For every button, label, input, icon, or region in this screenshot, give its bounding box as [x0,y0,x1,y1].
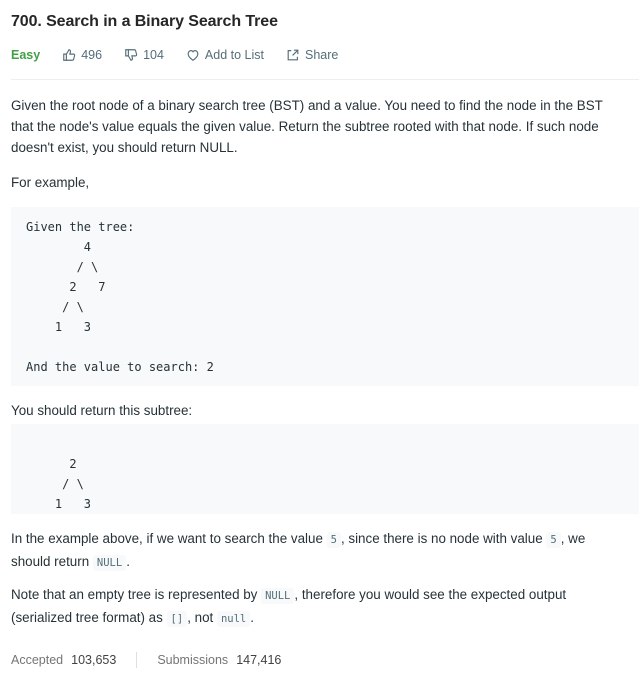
accepted-value: 103,653 [71,653,117,667]
note-search-missing: In the example above, if we want to sear… [11,531,586,571]
inline-code: null [216,611,251,627]
inline-code: NULL [261,588,295,604]
submissions-label: Submissions [157,653,229,667]
inline-code: 5 [546,532,561,548]
add-to-list-label: Add to List [204,48,264,62]
for-example-text: For example, [11,175,90,190]
share-button[interactable]: Share [286,48,338,62]
inline-code: [] [166,611,188,627]
stats-divider [136,652,138,668]
header-divider [11,79,639,80]
share-icon [287,49,299,61]
dislike-button[interactable]: 104 [124,48,164,62]
share-label: Share [305,48,339,62]
thumbs-up-icon [63,49,76,61]
inline-code: NULL [92,555,127,571]
add-to-list-button[interactable]: Add to List [186,48,264,62]
return-code-block: 2 / \ 1 3 [11,424,639,514]
like-count: 496 [81,48,103,62]
dislike-count: 104 [143,48,164,62]
thumbs-down-icon [125,49,138,61]
heart-icon [187,50,199,61]
problem-page: 700. Search in a Binary Search Tree Easy… [0,0,639,679]
note-empty-tree: Note that an empty tree is represented b… [11,587,567,627]
description-intro: Given the root node of a binary search t… [11,98,603,155]
accepted-label: Accepted [11,653,64,667]
difficulty-badge: Easy [11,48,41,62]
submissions-value: 147,416 [236,653,282,667]
like-button[interactable]: 496 [62,48,102,62]
problem-title: 700. Search in a Binary Search Tree [11,13,278,30]
return-subtree-text: You should return this subtree: [11,403,193,418]
inline-code: 5 [326,532,341,548]
example-code-block: Given the tree: 4 / \ 2 7 / \ 1 3 And th… [11,207,639,386]
submission-stats: Accepted 103,653 Submissions 147,416 [11,652,281,668]
problem-meta-bar: Easy 496 104 Add to List Share [11,48,360,62]
